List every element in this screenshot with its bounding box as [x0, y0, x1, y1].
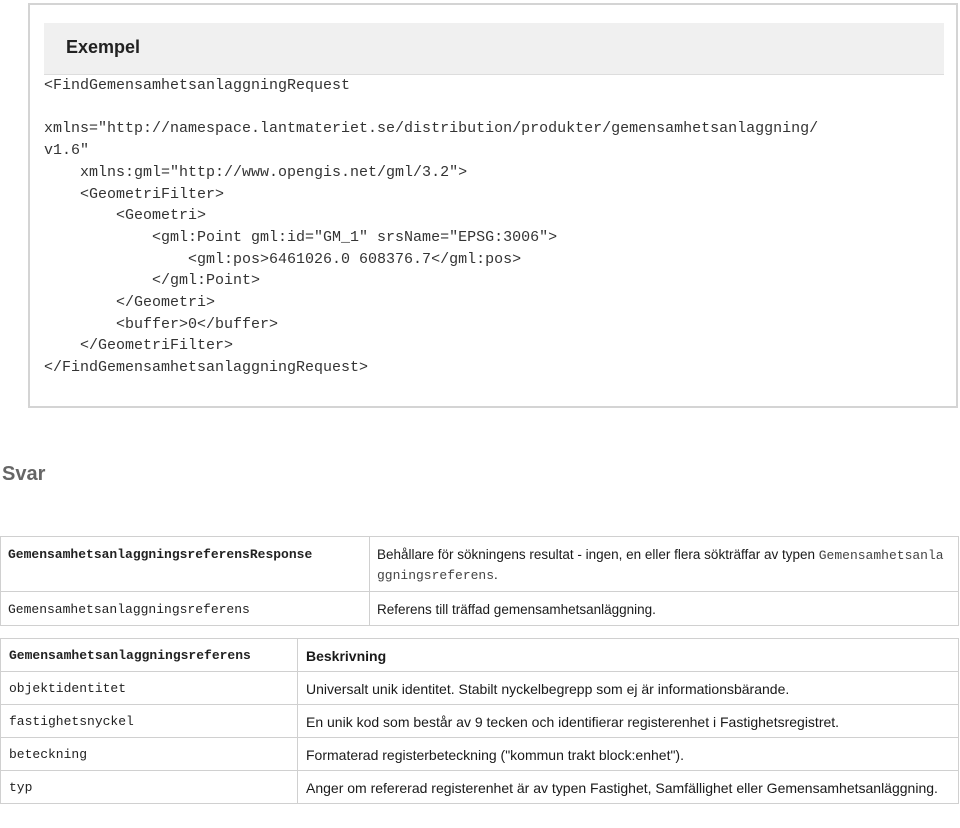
field-name: fastighetsnyckel	[0, 704, 298, 738]
reference-description: Referens till träffad gemensamhetsanlägg…	[369, 591, 959, 626]
field-description: Anger om refererad registerenhet är av t…	[297, 770, 959, 804]
field-description: En unik kod som består av 9 tecken och i…	[297, 704, 959, 738]
response-table: GemensamhetsanlaggningsreferensResponse …	[0, 536, 959, 626]
table-header-row: Gemensamhetsanlaggningsreferens Beskrivn…	[0, 638, 959, 672]
field-table: Gemensamhetsanlaggningsreferens Beskrivn…	[0, 638, 959, 804]
table-row: beteckning Formaterad registerbeteckning…	[0, 737, 959, 771]
column-header-description: Beskrivning	[297, 638, 959, 672]
table-row: Gemensamhetsanlaggningsreferens Referens…	[0, 591, 959, 626]
table-row: fastighetsnyckel En unik kod som består …	[0, 704, 959, 738]
field-name: beteckning	[0, 737, 298, 771]
example-header: Exempel	[44, 23, 944, 75]
field-description: Formaterad registerbeteckning ("kommun t…	[297, 737, 959, 771]
table-row: typ Anger om refererad registerenhet är …	[0, 770, 959, 804]
response-description-text: Behållare för sökningens resultat - inge…	[377, 547, 819, 562]
table-row: objektidentitet Universalt unik identite…	[0, 671, 959, 705]
reference-name: Gemensamhetsanlaggningsreferens	[0, 591, 370, 626]
example-box: Exempel <FindGemensamhetsanlaggningReque…	[28, 3, 958, 408]
table-row: GemensamhetsanlaggningsreferensResponse …	[0, 536, 959, 592]
field-name: typ	[0, 770, 298, 804]
response-name: GemensamhetsanlaggningsreferensResponse	[0, 536, 370, 592]
response-description-end: .	[494, 567, 498, 582]
example-title: Exempel	[66, 37, 141, 57]
column-header-name: Gemensamhetsanlaggningsreferens	[0, 638, 298, 672]
field-name: objektidentitet	[0, 671, 298, 705]
response-description: Behållare för sökningens resultat - inge…	[369, 536, 959, 592]
field-description: Universalt unik identitet. Stabilt nycke…	[297, 671, 959, 705]
code-block: <FindGemensamhetsanlaggningRequest xmlns…	[44, 77, 819, 377]
svar-heading: Svar	[2, 463, 46, 485]
